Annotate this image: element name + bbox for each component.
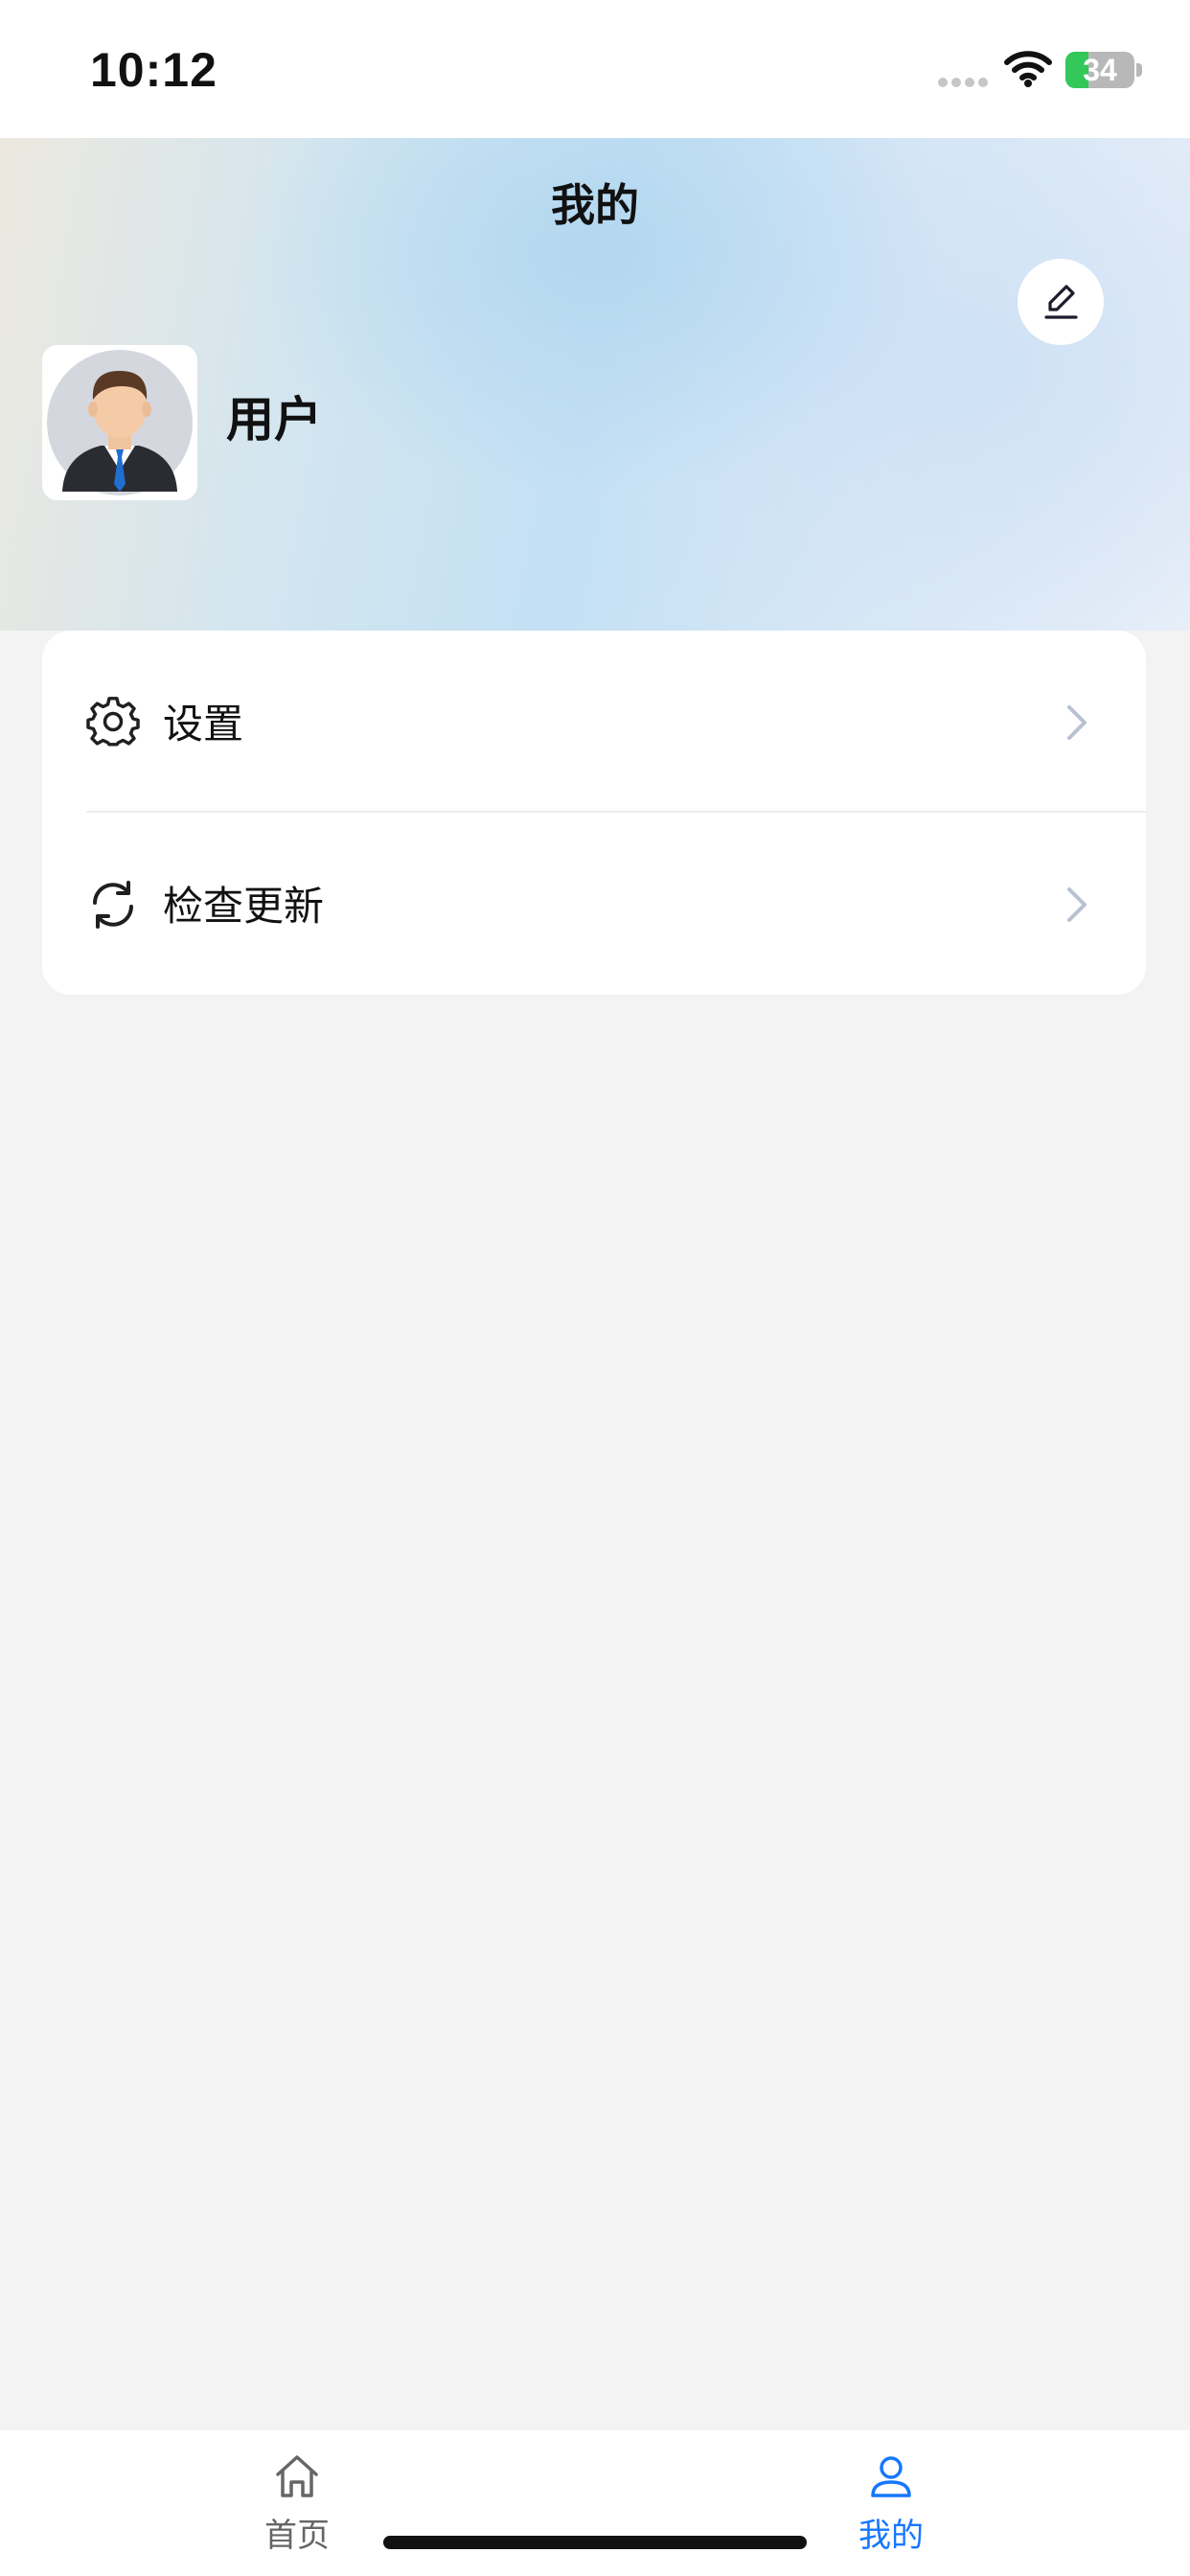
menu-item-settings[interactable]: 设置 [42,631,1146,813]
battery-icon: 34 [1065,52,1134,88]
chevron-right-icon [1067,705,1087,740]
tab-bar: 首页 我的 [0,2430,1190,2576]
menu-card: 设置 检查更新 [42,631,1146,995]
menu-item-label: 设置 [163,701,244,748]
businessman-avatar-icon [47,350,193,495]
chevron-right-icon [1067,887,1087,922]
person-icon [871,2456,911,2497]
menu-item-label: 检查更新 [163,883,325,930]
page-title: 我的 [551,179,639,231]
edit-profile-button[interactable] [1018,259,1104,345]
battery-cap [1136,63,1142,77]
tab-home[interactable]: 首页 [201,2451,393,2566]
pencil-edit-icon [1044,285,1078,319]
tab-label: 首页 [264,2517,330,2555]
status-time: 10:12 [90,43,217,97]
username: 用户 [226,392,322,448]
profile-header: 我的 用户 [0,138,1190,631]
cellular-signal-icon [938,78,988,87]
gear-icon [86,697,140,747]
refresh-icon [93,881,133,929]
home-icon [276,2455,318,2497]
menu-item-check-update[interactable]: 检查更新 [42,813,1146,995]
battery-level: 34 [1083,53,1117,87]
status-bar: 10:12 34 [0,0,1190,138]
tab-label: 我的 [858,2517,924,2555]
home-indicator [383,2536,807,2549]
tab-mine[interactable]: 我的 [795,2451,987,2566]
avatar[interactable] [42,345,197,500]
wifi-icon [1004,51,1052,87]
